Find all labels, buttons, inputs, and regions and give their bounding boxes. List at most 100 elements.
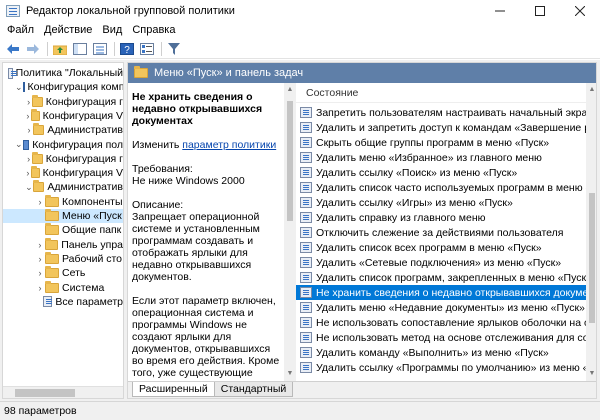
forward-button[interactable] bbox=[24, 41, 42, 57]
tree-item[interactable]: › Административ bbox=[3, 123, 123, 137]
scroll-up-icon[interactable]: ▲ bbox=[286, 86, 294, 94]
up-folder-button[interactable] bbox=[51, 41, 69, 57]
show-hide-tree-button[interactable] bbox=[71, 41, 89, 57]
maximize-button[interactable] bbox=[520, 0, 560, 21]
setting-row[interactable]: Удалить список программ, закрепленных в … bbox=[296, 270, 586, 285]
setting-row[interactable]: Удалить меню «Недавние документы» из мен… bbox=[296, 300, 586, 315]
tree-item[interactable]: › Конфигурация г bbox=[3, 151, 123, 166]
chevron-down-icon[interactable]: ⌄ bbox=[15, 82, 23, 93]
setting-row[interactable]: Не использовать сопоставление ярлыков об… bbox=[296, 315, 586, 330]
chevron-right-icon[interactable]: › bbox=[35, 254, 45, 264]
chevron-down-icon[interactable]: ⌄ bbox=[15, 139, 23, 150]
menu-view[interactable]: Вид bbox=[97, 24, 127, 36]
scroll-down-icon[interactable]: ▼ bbox=[588, 370, 596, 378]
tree-item[interactable]: ⌄ Конфигурация пол bbox=[3, 138, 123, 152]
tree-item-label: Конфигурация г bbox=[45, 95, 123, 108]
chevron-right-icon[interactable]: › bbox=[35, 283, 45, 293]
requirements-value: Не ниже Windows 2000 bbox=[132, 175, 245, 187]
setting-row[interactable]: Удалить список часто используемых програ… bbox=[296, 180, 586, 195]
minimize-icon bbox=[495, 10, 505, 11]
chevron-right-icon[interactable]: › bbox=[25, 154, 32, 164]
policy-setting-icon bbox=[300, 212, 312, 223]
tree-item[interactable]: Все параметр bbox=[3, 295, 123, 309]
tree-item[interactable]: › Панель упра bbox=[3, 237, 123, 252]
scrollbar-thumb[interactable] bbox=[15, 389, 75, 397]
setting-row[interactable]: Удалить меню «Избранное» из главного мен… bbox=[296, 150, 586, 165]
scrollbar-thumb[interactable] bbox=[287, 101, 293, 221]
tree-item[interactable]: › Система bbox=[3, 280, 123, 295]
folder-icon bbox=[32, 151, 43, 164]
minimize-button[interactable] bbox=[480, 0, 520, 21]
setting-row[interactable]: Скрыть общие группы программ в меню «Пус… bbox=[296, 135, 586, 150]
chevron-down-icon[interactable]: ⌄ bbox=[25, 182, 33, 193]
title-bar: Редактор локальной групповой политики bbox=[0, 0, 600, 21]
chevron-right-icon[interactable]: › bbox=[35, 268, 45, 278]
menu-help[interactable]: Справка bbox=[127, 24, 180, 36]
back-button[interactable] bbox=[4, 41, 22, 57]
chevron-right-icon[interactable]: › bbox=[35, 197, 45, 207]
close-button[interactable] bbox=[560, 0, 600, 21]
status-bar: 98 параметров bbox=[0, 401, 600, 420]
tree-horizontal-scrollbar[interactable] bbox=[3, 386, 123, 398]
settings-scrollbar[interactable]: ▲ ▼ bbox=[586, 83, 596, 381]
tree-item[interactable]: › Конфигурация г bbox=[3, 94, 123, 109]
setting-row[interactable]: Запретить пользователям настраивать нача… bbox=[296, 105, 586, 120]
setting-row[interactable]: Удалить «Сетевые подключения» из меню «П… bbox=[296, 255, 586, 270]
column-header-state[interactable]: Состояние bbox=[296, 83, 586, 103]
tree-item[interactable]: › Сеть bbox=[3, 266, 123, 280]
policy-setting-icon bbox=[300, 332, 312, 343]
setting-label: Не использовать сопоставление ярлыков об… bbox=[316, 316, 586, 329]
setting-row[interactable]: Удалить команду «Выполнить» из меню «Пус… bbox=[296, 345, 586, 360]
tree-item[interactable]: › Конфигурация V bbox=[3, 108, 123, 123]
folder-icon bbox=[45, 194, 59, 207]
setting-row[interactable]: Не хранить сведения о недавно открывавши… bbox=[296, 285, 586, 300]
tree-item[interactable]: ⌄ Конфигурация компь bbox=[3, 80, 123, 94]
tree-item[interactable]: Общие папк bbox=[3, 223, 123, 237]
tree-item[interactable]: Политика "Локальный bbox=[3, 66, 123, 80]
tree-item[interactable]: ⌄ Административ bbox=[3, 180, 123, 194]
setting-row[interactable]: Удалить ссылку «Поиск» из меню «Пуск» bbox=[296, 165, 586, 180]
policy-setting-icon bbox=[300, 182, 312, 193]
tree-item[interactable]: › Конфигурация V bbox=[3, 166, 123, 180]
menu-action[interactable]: Действие bbox=[39, 24, 97, 36]
setting-label: Удалить справку из главного меню bbox=[316, 211, 486, 224]
edit-policy-link[interactable]: параметр политики bbox=[182, 139, 276, 151]
setting-row[interactable]: Удалить и запретить доступ к командам «З… bbox=[296, 120, 586, 135]
description-scrollbar[interactable]: ▲ ▼ bbox=[284, 83, 296, 381]
setting-row[interactable]: Удалить справку из главного меню bbox=[296, 210, 586, 225]
list-view-icon bbox=[93, 42, 107, 55]
list-view-button[interactable] bbox=[91, 41, 109, 57]
tree-item[interactable]: › Рабочий сто bbox=[3, 251, 123, 266]
setting-row[interactable]: Отключить слежение за действиями пользов… bbox=[296, 225, 586, 240]
console-tree: Политика "Локальный ⌄ Конфигурация компь › К… bbox=[2, 62, 124, 399]
setting-row[interactable]: Не использовать метод на основе отслежив… bbox=[296, 330, 586, 345]
tree-item[interactable]: › Компоненты bbox=[3, 194, 123, 209]
chevron-right-icon[interactable]: › bbox=[25, 97, 32, 107]
scrollbar-thumb[interactable] bbox=[589, 193, 595, 323]
properties-button[interactable] bbox=[138, 41, 156, 57]
chevron-right-icon[interactable]: › bbox=[25, 111, 31, 121]
tree-item[interactable]: Меню «Пуск bbox=[3, 209, 123, 223]
window: Редактор локальной групповой политики Фа… bbox=[0, 0, 600, 420]
extended-description: Не хранить сведения о недавно открывавши… bbox=[128, 83, 284, 381]
settings-list: Состояние Запретить пользователям настра… bbox=[296, 83, 586, 381]
folder-icon bbox=[45, 280, 59, 293]
tab-extended[interactable]: Расширенный bbox=[132, 382, 215, 397]
setting-row[interactable]: Удалить ссылку «Игры» из меню «Пуск» bbox=[296, 195, 586, 210]
scroll-down-icon[interactable]: ▼ bbox=[286, 370, 294, 378]
details-pane: Меню «Пуск» и панель задач Не хранить св… bbox=[127, 62, 597, 399]
tab-standard[interactable]: Стандартный bbox=[213, 382, 294, 397]
chevron-right-icon[interactable]: › bbox=[35, 240, 45, 250]
policy-setting-icon bbox=[300, 107, 312, 118]
chevron-right-icon[interactable]: › bbox=[25, 125, 33, 135]
menu-file[interactable]: Файл bbox=[2, 24, 39, 36]
filter-button[interactable] bbox=[165, 41, 183, 57]
scroll-up-icon[interactable]: ▲ bbox=[588, 86, 596, 94]
help-button[interactable]: ? bbox=[118, 41, 136, 57]
chevron-right-icon[interactable]: › bbox=[25, 168, 31, 178]
folder-icon bbox=[45, 223, 59, 236]
computer-icon bbox=[22, 82, 25, 93]
setting-row[interactable]: Удалить ссылку «Программы по умолчанию» … bbox=[296, 360, 586, 375]
setting-label: Отключить слежение за действиями пользов… bbox=[316, 226, 564, 239]
setting-row[interactable]: Удалить список всех программ в меню «Пус… bbox=[296, 240, 586, 255]
